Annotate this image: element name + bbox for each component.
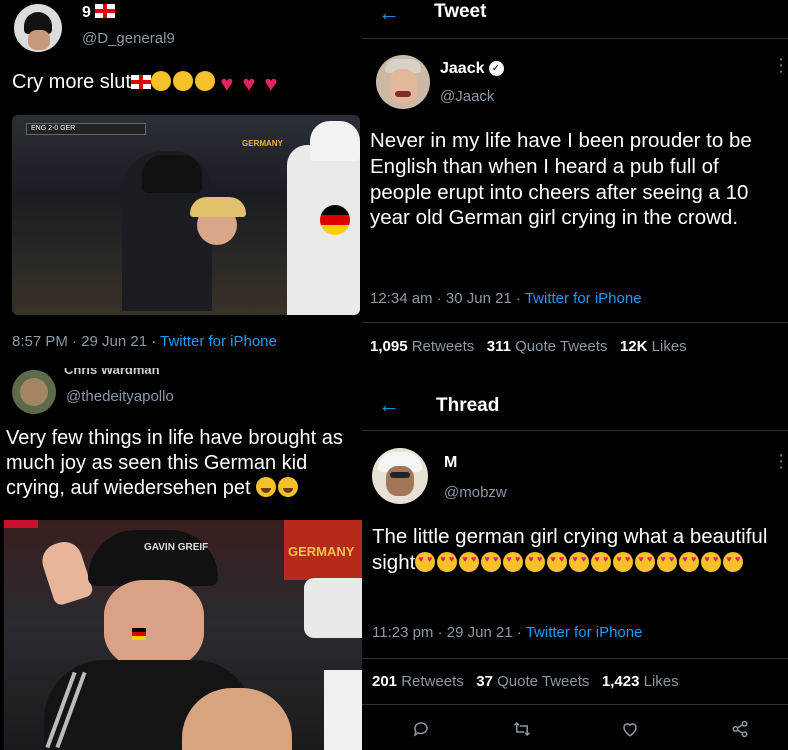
heart-eyes-emoji-icon [415, 551, 436, 572]
heart-eyes-emoji-icon [459, 551, 480, 572]
retweet-icon[interactable] [512, 720, 532, 743]
heart-eyes-emoji-icon [437, 551, 458, 572]
client-link[interactable]: Twitter for iPhone [526, 624, 643, 641]
heart-eyes-emoji-icon [613, 551, 634, 572]
tweet-panel-thedeityapollo: Chris Wardman @thedeityapollo Very few t… [0, 368, 362, 750]
heart-eyes-emoji-icon [591, 551, 612, 572]
heart-eyes-emoji-icon [547, 551, 568, 572]
display-name[interactable]: Chris Wardman [64, 368, 160, 377]
heart-eyes-emoji-icon [525, 551, 546, 572]
like-icon[interactable] [620, 720, 640, 743]
actions-separator [362, 704, 788, 705]
tweet-photo[interactable]: ENG 2-0 GER GERMANY [12, 115, 360, 315]
display-name[interactable]: 9 [82, 4, 116, 22]
avatar[interactable] [12, 370, 56, 414]
heart-eyes-emoji-row [415, 550, 745, 576]
retweets-stat[interactable]: 201 Retweets [372, 673, 464, 690]
tweet-text: Never in my life have I been prouder to … [370, 129, 752, 230]
quote-tweets-stat[interactable]: 37 Quote Tweets [476, 673, 589, 690]
heart-emoji-icon: ♥ [242, 71, 256, 96]
heart-eyes-emoji-icon [503, 551, 524, 572]
avatar[interactable] [372, 448, 428, 504]
retweets-stat[interactable]: 1,095 Retweets [370, 338, 474, 355]
tweet-text: Very few things in life have brought as … [6, 427, 343, 500]
reply-icon[interactable] [412, 720, 430, 743]
heart-eyes-emoji-icon [701, 551, 722, 572]
client-link[interactable]: Twitter for iPhone [525, 290, 642, 307]
back-arrow-icon[interactable]: ← [378, 0, 400, 26]
scoreboard: ENG 2-0 GER [26, 123, 146, 135]
user-handle[interactable]: @Jaack [440, 88, 494, 105]
avatar[interactable] [376, 55, 430, 109]
likes-stat[interactable]: 1,423 Likes [602, 673, 679, 690]
scarf-text: GERMANY [288, 544, 355, 559]
page-title: Thread [436, 395, 500, 416]
more-icon[interactable]: ⋮ [772, 56, 788, 74]
tweet-panel-jaack: ← Tweet Jaack ✓ @Jaack ⋮ Never in my life… [362, 0, 788, 368]
heart-eyes-emoji-icon [569, 551, 590, 572]
tweet-timestamp: 11:23 pm · 29 Jun 21 · Twitter for iPhon… [372, 624, 643, 641]
more-icon[interactable]: ⋮ [772, 452, 788, 470]
heart-emoji-icon: ♥ [220, 71, 234, 96]
crying-laughing-emoji-icon [172, 71, 193, 91]
tweet-stats: 201 Retweets 37 Quote Tweets 1,423 Likes [372, 673, 679, 690]
likes-stat[interactable]: 12K Likes [620, 338, 687, 355]
shirt-text: GERMANY [242, 139, 283, 148]
crying-laughing-emoji-icon [194, 71, 215, 91]
verified-icon: ✓ [488, 61, 504, 77]
display-name[interactable]: Jaack ✓ [440, 60, 504, 78]
tweet-stats: 1,095 Retweets 311 Quote Tweets 12K Like… [370, 338, 687, 355]
heart-emoji-icon: ♥ [264, 71, 278, 96]
tweet-panel-mobzw: ← Thread M @mobzw ⋮ The little german gi… [362, 368, 788, 750]
avatar[interactable] [14, 4, 62, 52]
header-separator [362, 38, 788, 39]
user-handle[interactable]: @D_general9 [82, 30, 175, 47]
stats-separator [362, 322, 788, 323]
crying-laughing-emoji-icon [150, 71, 171, 91]
display-name[interactable]: M [444, 454, 457, 472]
heart-eyes-emoji-icon [481, 551, 502, 572]
england-flag-icon [95, 4, 116, 18]
user-handle[interactable]: @thedeityapollo [66, 388, 174, 405]
tweet-text: The little german girl crying what a bea… [372, 524, 784, 576]
tweet-action-bar [362, 710, 788, 750]
heart-eyes-emoji-icon [635, 551, 656, 572]
share-icon[interactable] [730, 720, 750, 743]
heart-eyes-emoji-icon [679, 551, 700, 572]
crying-emoji-row: ♥ ♥ ♥ [150, 70, 283, 96]
laughing-emoji-icon [278, 477, 299, 498]
client-link[interactable]: Twitter for iPhone [160, 333, 277, 350]
tweet-panel-general9: 9 @D_general9 Cry more slut ♥ ♥ ♥ ENG 2-0 G… [0, 0, 362, 368]
user-handle[interactable]: @mobzw [444, 484, 507, 501]
heart-eyes-emoji-icon [723, 551, 744, 572]
back-arrow-icon[interactable]: ← [378, 392, 400, 418]
cap-text: GAVIN GREIF [144, 542, 209, 553]
tweet-text: Cry more slut ♥ ♥ ♥ [12, 70, 357, 95]
england-flag-icon [130, 75, 151, 89]
laughing-emoji-icon [256, 477, 277, 498]
tweet-photo[interactable]: GAVIN GREIF GERMANY [4, 520, 362, 750]
quote-tweets-stat[interactable]: 311 Quote Tweets [487, 338, 608, 355]
tweet-timestamp: 12:34 am · 30 Jun 21 · Twitter for iPhon… [370, 290, 642, 307]
tweet-timestamp: 8:57 PM · 29 Jun 21 · Twitter for iPhone [12, 333, 277, 350]
page-title: Tweet [434, 1, 487, 22]
heart-eyes-emoji-icon [657, 551, 678, 572]
stats-separator [362, 658, 788, 659]
header-separator [362, 430, 788, 431]
